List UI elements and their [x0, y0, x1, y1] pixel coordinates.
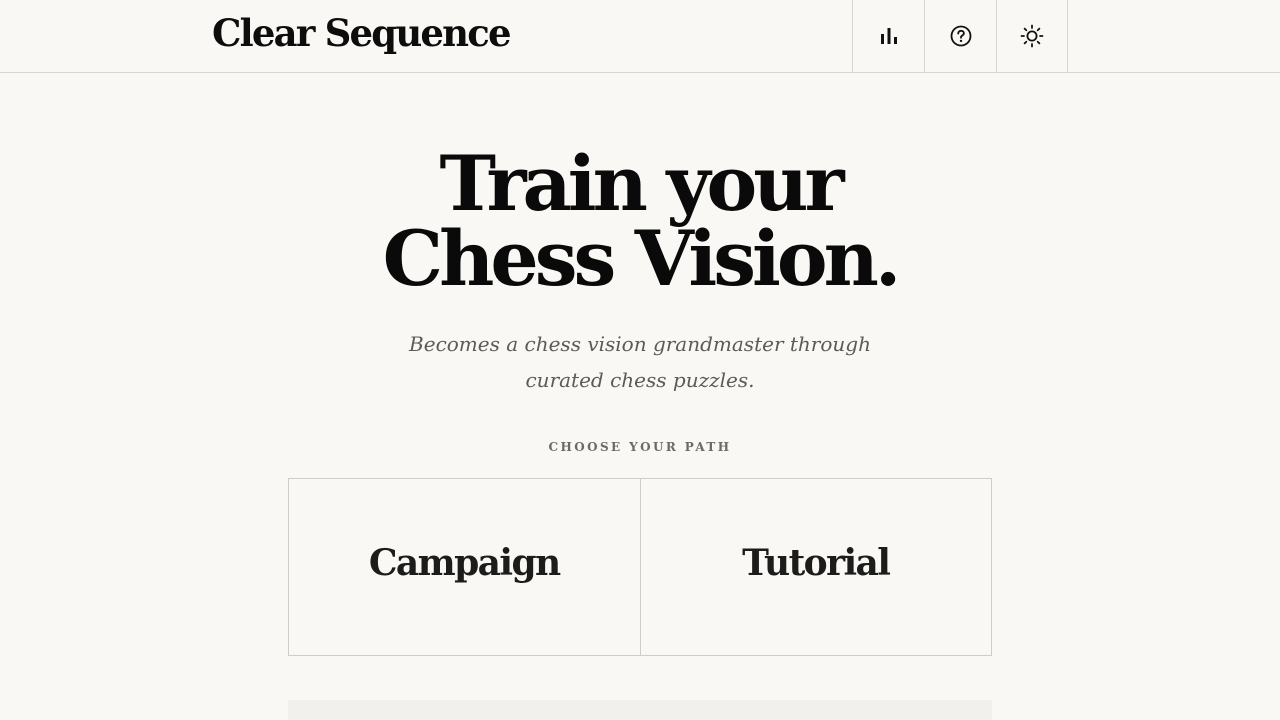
hero-title: Train your Chess Vision. [0, 139, 1280, 303]
theme-toggle-button[interactable] [996, 0, 1068, 72]
stats-button[interactable] [852, 0, 924, 72]
hero-subtitle: Becomes a chess vision grandmaster throu… [409, 332, 871, 392]
campaign-title: Campaign [368, 542, 561, 584]
tutorial-card[interactable]: Tutorial [639, 479, 992, 655]
hero-title-line-1: Train your [439, 139, 844, 228]
help-button[interactable] [924, 0, 996, 72]
path-selector: Campaign Tutorial [288, 478, 992, 656]
bar-chart-icon [880, 28, 898, 44]
campaign-card[interactable]: Campaign [289, 479, 640, 655]
lower-content-panel [288, 700, 992, 720]
tutorial-title: Tutorial [742, 542, 891, 584]
choose-path-heading: CHOOSE YOUR PATH [548, 440, 732, 454]
hero-title-line-2: Chess Vision. [382, 214, 902, 303]
header-actions [852, 0, 1068, 72]
help-circle-icon [950, 25, 972, 47]
top-navigation-bar: Clear Sequence [0, 0, 1280, 73]
brand-logo[interactable]: Clear Sequence [212, 12, 512, 54]
sun-icon [1020, 24, 1044, 48]
